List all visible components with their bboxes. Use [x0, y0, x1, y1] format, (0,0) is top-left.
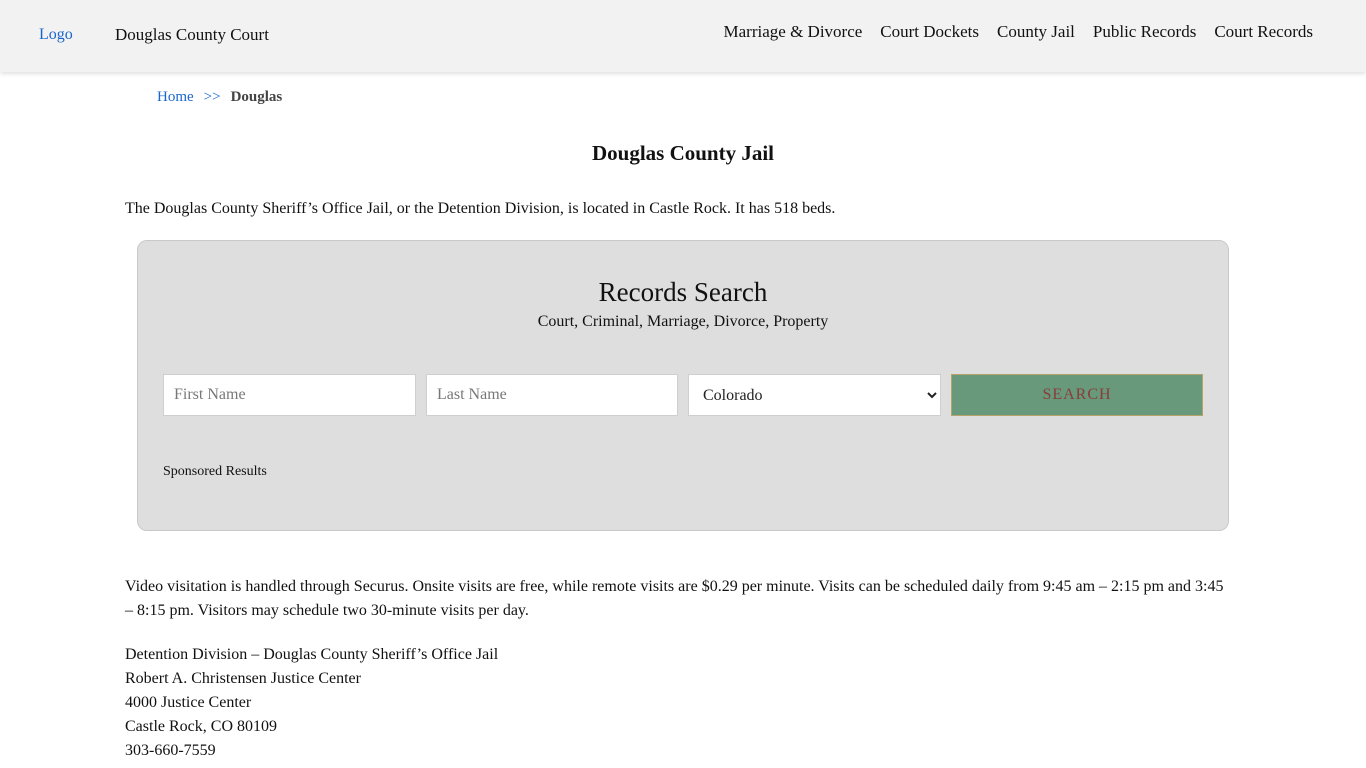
nav-marriage-divorce[interactable]: Marriage & Divorce	[724, 22, 863, 42]
address-line-street: 4000 Justice Center	[125, 694, 252, 711]
address-phone: 303-660-7559	[125, 742, 216, 759]
search-button[interactable]: SEARCH	[951, 374, 1203, 416]
nav-county-jail[interactable]: County Jail	[997, 22, 1075, 42]
site-header: Logo Douglas County Court Marriage & Div…	[0, 0, 1366, 72]
intro-paragraph: The Douglas County Sheriff’s Office Jail…	[125, 200, 836, 217]
address-block: Detention Division – Douglas County Sher…	[125, 643, 1235, 763]
sponsored-results-label: Sponsored Results	[163, 464, 267, 479]
breadcrumb-current: Douglas	[230, 89, 283, 105]
site-title: Douglas County Court	[115, 25, 269, 44]
state-select[interactable]: Colorado	[688, 374, 941, 416]
search-heading: Records Search	[598, 277, 768, 307]
address-line-building: Robert A. Christensen Justice Center	[125, 670, 361, 687]
breadcrumb-separator: >>	[203, 89, 221, 105]
first-name-input[interactable]	[163, 374, 416, 416]
page-title: Douglas County Jail	[591, 141, 775, 165]
visitation-paragraph: Video visitation is handled through Secu…	[125, 578, 1224, 619]
records-search-panel: Records Search Court, Criminal, Marriage…	[137, 240, 1229, 531]
logo-link[interactable]: Logo	[39, 26, 73, 44]
nav-court-dockets[interactable]: Court Dockets	[880, 22, 979, 42]
nav-court-records[interactable]: Court Records	[1214, 22, 1313, 42]
breadcrumb: Home >> Douglas	[157, 89, 282, 106]
nav-public-records[interactable]: Public Records	[1093, 22, 1196, 42]
search-subheading: Court, Criminal, Marriage, Divorce, Prop…	[537, 313, 829, 330]
address-line-facility: Detention Division – Douglas County Sher…	[125, 646, 499, 663]
breadcrumb-home-link[interactable]: Home	[157, 89, 194, 106]
address-line-city: Castle Rock, CO 80109	[125, 718, 277, 735]
main-nav: Marriage & Divorce Court Dockets County …	[724, 22, 1313, 42]
last-name-input[interactable]	[426, 374, 678, 416]
